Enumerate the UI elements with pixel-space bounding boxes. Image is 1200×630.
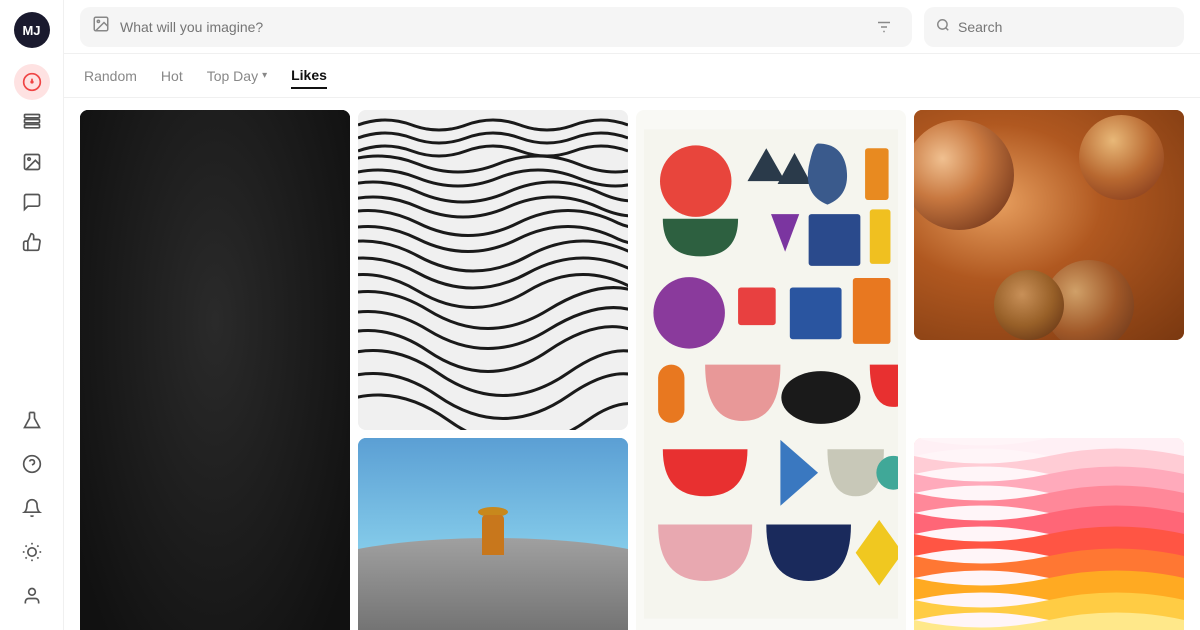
gallery-grid [80,110,1184,618]
sphere-2 [1079,115,1164,200]
main-content: Random Hot Top Day ▾ Likes [64,0,1200,630]
person-body [482,515,504,555]
sphere-1 [914,120,1014,230]
image-card-geometric-shapes[interactable] [636,110,906,630]
chat-icon[interactable] [14,184,50,220]
person-icon[interactable] [14,578,50,614]
prompt-input[interactable] [120,19,858,35]
image-card-color-waves[interactable] [914,438,1184,630]
thumbs-up-icon[interactable] [14,224,50,260]
chevron-down-icon: ▾ [262,70,267,81]
prompt-bar[interactable] [80,7,912,47]
gallery [64,98,1200,630]
image-card-wavy-lines[interactable] [358,110,628,430]
image-card-person-rock[interactable] [358,438,628,630]
compass-icon[interactable] [14,64,50,100]
sidebar-bottom [14,402,50,618]
brightness-icon[interactable] [14,534,50,570]
search-input[interactable] [958,19,1172,35]
person-silhouette [478,507,508,562]
tab-top-day[interactable]: Top Day ▾ [207,64,267,88]
user-avatar[interactable]: MJ [14,12,50,48]
tab-likes[interactable]: Likes [291,63,327,89]
bell-icon[interactable] [14,490,50,526]
search-bar[interactable] [924,7,1184,47]
filter-icon[interactable] [868,11,900,43]
nav-tabs: Random Hot Top Day ▾ Likes [64,54,1200,98]
help-icon[interactable] [14,446,50,482]
sidebar: MJ [0,0,64,630]
sphere-4 [994,270,1064,340]
image-card-copper-spheres[interactable] [914,110,1184,340]
header [64,0,1200,54]
tab-random[interactable]: Random [84,64,137,88]
flask-icon[interactable] [14,402,50,438]
search-icon [936,18,950,35]
images-icon[interactable] [14,144,50,180]
brush-icon[interactable] [14,104,50,140]
tab-hot[interactable]: Hot [161,64,183,88]
image-prompt-icon [92,15,110,38]
image-card-painted-face[interactable] [80,110,350,630]
